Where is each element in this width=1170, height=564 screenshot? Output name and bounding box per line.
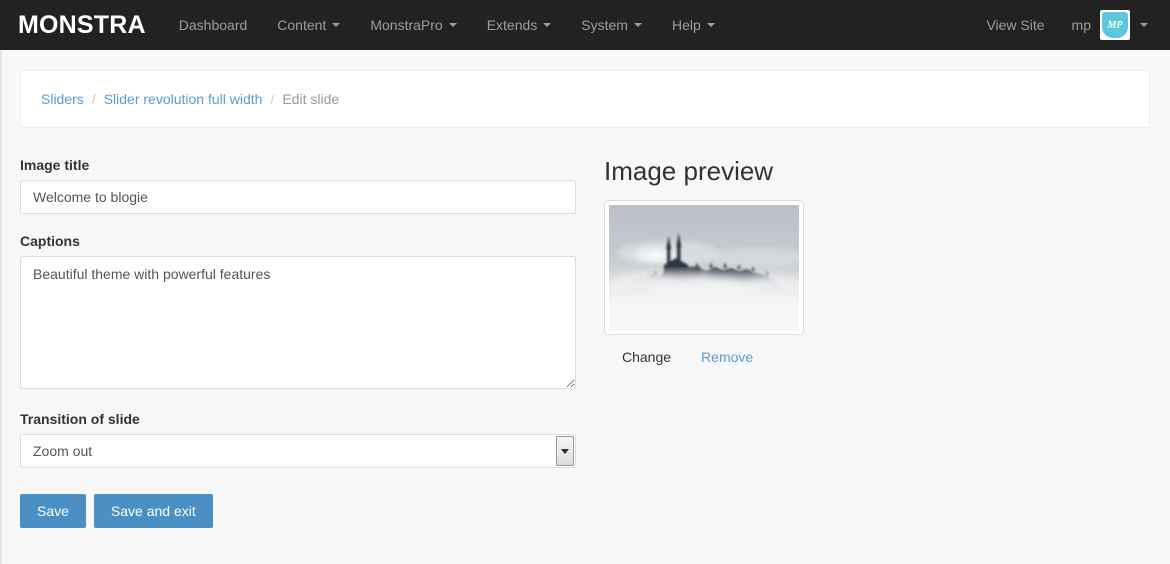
breadcrumb-separator: / <box>91 91 96 107</box>
breadcrumb: Sliders / Slider revolution full width /… <box>20 70 1150 128</box>
nav-item-label: Help <box>671 17 701 33</box>
chevron-down-icon <box>332 23 341 27</box>
chevron-down-icon <box>706 23 715 27</box>
captions-textarea[interactable]: Beautiful theme with powerful features <box>20 256 576 389</box>
field-transition: Transition of slide Zoom out <box>20 410 576 468</box>
avatar: MP <box>1100 10 1130 40</box>
chevron-down-icon <box>448 23 457 27</box>
save-button[interactable]: Save <box>20 494 86 528</box>
transition-select-wrap: Zoom out <box>20 434 576 468</box>
user-menu[interactable]: mp MP <box>1060 0 1160 50</box>
avatar-monogram: MP <box>1102 12 1128 38</box>
chevron-down-icon <box>543 23 552 27</box>
edit-slide-form: Image title Captions Beautiful theme wit… <box>20 156 576 528</box>
foggy-church-image <box>609 205 799 330</box>
nav-item-dashboard[interactable]: Dashboard <box>164 0 263 50</box>
nav-item-label: MonstraPro <box>370 17 443 33</box>
nav-item-content[interactable]: Content <box>262 0 355 50</box>
save-and-exit-button[interactable]: Save and exit <box>93 494 213 528</box>
field-image-title: Image title <box>20 156 576 214</box>
window-left-edge <box>0 50 2 564</box>
chevron-down-icon <box>633 23 642 27</box>
transition-select[interactable]: Zoom out <box>20 434 576 468</box>
remove-image-link[interactable]: Remove <box>701 349 753 365</box>
view-site-link[interactable]: View Site <box>971 0 1059 50</box>
page-body: Sliders / Slider revolution full width /… <box>0 70 1170 528</box>
username-label: mp <box>1071 17 1091 33</box>
image-title-input[interactable] <box>20 180 576 214</box>
nav-item-label: Extends <box>486 17 538 33</box>
nav-item-monstrapro[interactable]: MonstraPro <box>355 0 471 50</box>
main-content: Image title Captions Beautiful theme wit… <box>0 128 1170 528</box>
main-nav: Dashboard Content MonstraPro Extends Sys… <box>164 0 730 50</box>
breadcrumb-item-slider-revolution[interactable]: Slider revolution full width <box>104 91 263 107</box>
breadcrumb-separator: / <box>270 91 275 107</box>
navbar-right: View Site mp MP <box>971 0 1170 50</box>
image-preview-panel: Image preview Change Remove <box>604 156 884 528</box>
form-actions: Save Save and exit <box>20 494 576 528</box>
nav-item-extends[interactable]: Extends <box>472 0 567 50</box>
slide-image <box>609 205 799 330</box>
breadcrumb-item-current: Edit slide <box>282 91 340 107</box>
view-site-label: View Site <box>986 17 1045 33</box>
nav-item-label: System <box>581 17 628 33</box>
nav-item-help[interactable]: Help <box>657 0 730 50</box>
nav-item-system[interactable]: System <box>566 0 657 50</box>
field-captions: Captions Beautiful theme with powerful f… <box>20 232 576 392</box>
brand-logo[interactable]: MONSTRA <box>0 0 164 50</box>
nav-item-label: Content <box>277 17 327 33</box>
captions-label: Captions <box>20 233 80 249</box>
preview-actions: Change Remove <box>604 349 884 365</box>
image-thumbnail-card <box>604 200 804 335</box>
change-image-button[interactable]: Change <box>622 349 671 365</box>
transition-label: Transition of slide <box>20 411 140 427</box>
nav-item-label: Dashboard <box>178 17 248 33</box>
chevron-down-icon <box>1140 23 1148 27</box>
breadcrumb-item-sliders[interactable]: Sliders <box>41 91 84 107</box>
image-title-label: Image title <box>20 157 90 173</box>
top-navbar: MONSTRA Dashboard Content MonstraPro Ext… <box>0 0 1170 50</box>
image-preview-title: Image preview <box>604 156 774 186</box>
